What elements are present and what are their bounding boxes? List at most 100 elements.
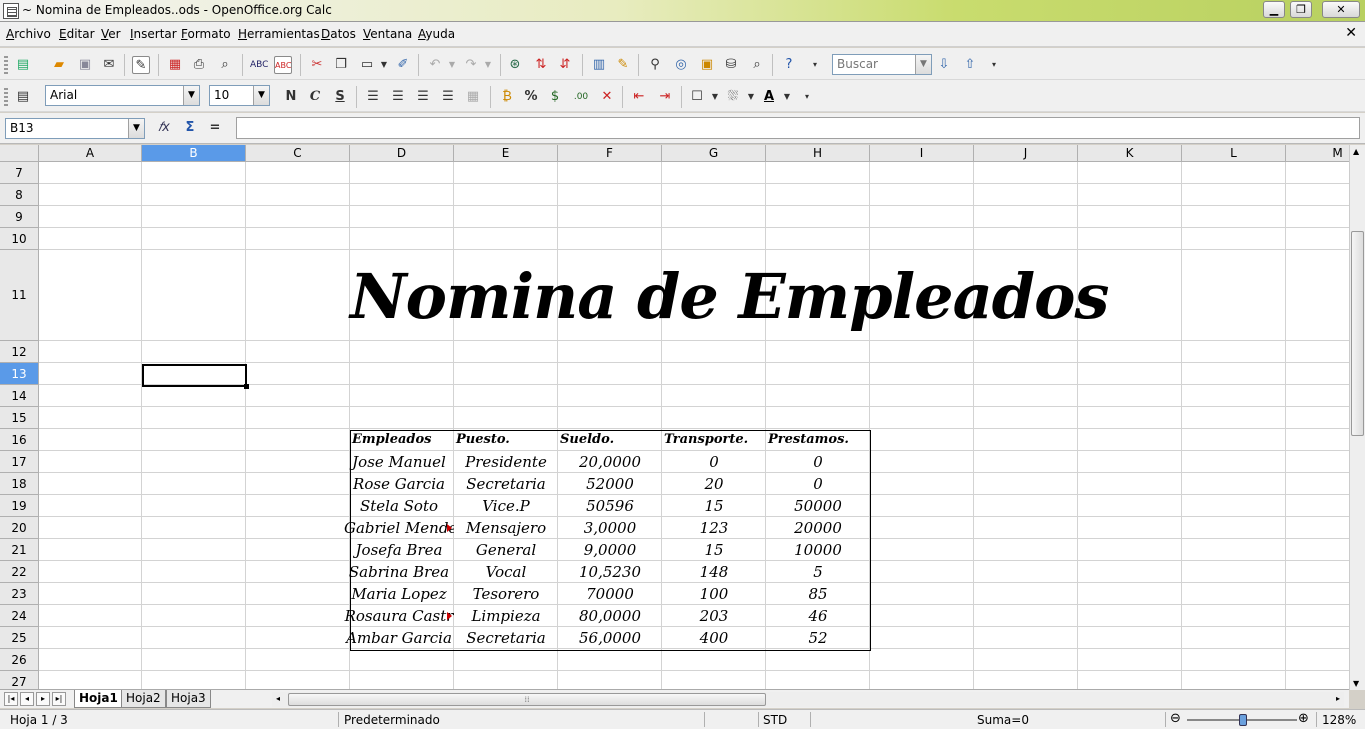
table-cell[interactable]: 46 [766, 605, 870, 627]
table-cell[interactable]: 52000 [558, 473, 662, 495]
table-cell[interactable]: Vice.P [454, 495, 558, 517]
vertical-scrollbar[interactable]: ▲ ▼ [1349, 145, 1365, 690]
scroll-down-icon[interactable]: ▼ [1353, 679, 1359, 688]
scroll-left-icon[interactable]: ◂ [276, 694, 280, 703]
table-cell[interactable]: 0 [766, 451, 870, 473]
print-preview-icon[interactable]: ⌕ [216, 56, 234, 74]
table-cell[interactable]: 10,5230 [558, 561, 662, 583]
styles-formatting-icon[interactable]: ▤ [14, 88, 32, 106]
row-header-24[interactable]: 24 [0, 605, 39, 627]
tab-hoja3[interactable]: Hoja3 [166, 690, 211, 708]
row-header-15[interactable]: 15 [0, 407, 39, 429]
toolbar-options-icon[interactable]: ▾ [806, 56, 824, 74]
menu-datos[interactable]: Datos [321, 27, 356, 41]
zoom-out-icon[interactable]: ⊖ [1170, 711, 1181, 726]
menu-herramientas[interactable]: Herramientas [238, 27, 320, 41]
copy-icon[interactable]: ❐ [332, 56, 350, 74]
row-header-20[interactable]: 20 [0, 517, 39, 539]
find-previous-icon[interactable]: ⇧ [961, 56, 979, 74]
selection-mode[interactable]: STD [763, 713, 787, 727]
maximize-button[interactable]: ❐ [1290, 1, 1312, 18]
paste-dropdown-icon[interactable]: ▼ [375, 56, 393, 74]
table-cell[interactable]: 15 [662, 539, 766, 561]
table-cell[interactable]: Jose Manuel [344, 451, 454, 473]
align-right-icon[interactable]: ☰ [414, 88, 432, 106]
column-header-i[interactable]: I [870, 145, 974, 162]
undo-dropdown-icon[interactable]: ▼ [443, 56, 461, 74]
selected-cell-b13[interactable] [142, 364, 249, 389]
close-window-button[interactable]: ✕ [1322, 1, 1360, 18]
table-cell[interactable]: 0 [662, 451, 766, 473]
formula-input[interactable] [236, 117, 1360, 139]
table-cell[interactable]: 3,0000 [558, 517, 662, 539]
export-pdf-icon[interactable]: ▦ [166, 56, 184, 74]
page-style[interactable]: Predeterminado [344, 713, 440, 727]
chevron-down-icon[interactable]: ▼ [183, 86, 199, 105]
menu-archivo[interactable]: Archivo [6, 27, 51, 41]
table-cell[interactable]: 20000 [766, 517, 870, 539]
row-header-9[interactable]: 9 [0, 206, 39, 228]
table-cell[interactable]: 80,0000 [558, 605, 662, 627]
zoom-level[interactable]: 128% [1322, 713, 1356, 727]
column-header-j[interactable]: J [974, 145, 1078, 162]
hyperlink-icon[interactable]: ⊛ [506, 56, 524, 74]
tab-hoja1[interactable]: Hoja1 [74, 690, 123, 708]
table-cell[interactable]: 56,0000 [558, 627, 662, 649]
function-icon[interactable]: = [206, 119, 224, 137]
table-cell[interactable]: Tesorero [454, 583, 558, 605]
zoom-icon[interactable]: ⌕ [748, 56, 766, 74]
column-header-l[interactable]: L [1182, 145, 1286, 162]
find-replace-icon[interactable]: ⚲ [646, 56, 664, 74]
table-cell[interactable]: General [454, 539, 558, 561]
font-size-select[interactable]: 10 ▼ [209, 85, 270, 106]
row-header-25[interactable]: 25 [0, 627, 39, 649]
table-cell[interactable]: 148 [662, 561, 766, 583]
table-cell[interactable]: 123 [662, 517, 766, 539]
column-header-g[interactable]: G [662, 145, 766, 162]
standard-format-icon[interactable]: $ [546, 88, 564, 106]
table-cell[interactable]: 10000 [766, 539, 870, 561]
menu-ver[interactable]: Ver [101, 27, 121, 41]
table-cell[interactable]: Rosaura Castr [344, 605, 454, 627]
table-header-cell[interactable]: Prestamos. [766, 429, 870, 451]
chart-icon[interactable]: ▥ [590, 56, 608, 74]
font-name-select[interactable]: Arial ▼ [45, 85, 200, 106]
table-cell[interactable]: 0 [766, 473, 870, 495]
chevron-down-icon[interactable]: ▼ [915, 55, 931, 74]
row-header-18[interactable]: 18 [0, 473, 39, 495]
cut-icon[interactable]: ✂ [308, 56, 326, 74]
table-cell[interactable]: Gabriel Mende [344, 517, 454, 539]
row-header-19[interactable]: 19 [0, 495, 39, 517]
find-field[interactable]: Buscar ▼ [832, 54, 932, 75]
table-cell[interactable]: 50000 [766, 495, 870, 517]
row-header-21[interactable]: 21 [0, 539, 39, 561]
column-header-m[interactable]: M [1286, 145, 1349, 162]
align-left-icon[interactable]: ☰ [364, 88, 382, 106]
new-document-icon[interactable]: ▤ [14, 56, 32, 74]
table-cell[interactable]: Vocal [454, 561, 558, 583]
toolbar-grip[interactable] [4, 86, 8, 106]
table-cell[interactable]: Josefa Brea [344, 539, 454, 561]
row-header-27[interactable]: 27 [0, 671, 39, 690]
table-cell[interactable]: 5 [766, 561, 870, 583]
column-header-a[interactable]: A [39, 145, 142, 162]
borders-dropdown-icon[interactable]: ▼ [706, 88, 724, 106]
save-icon[interactable]: ▣ [76, 56, 94, 74]
row-header-13[interactable]: 13 [0, 363, 39, 385]
table-cell[interactable]: Rose Garcia [344, 473, 454, 495]
underline-button[interactable]: S [331, 88, 349, 106]
table-cell[interactable]: 70000 [558, 583, 662, 605]
table-header-cell[interactable]: Transporte. [662, 429, 766, 451]
table-cell[interactable]: 203 [662, 605, 766, 627]
table-cell[interactable]: 85 [766, 583, 870, 605]
font-color-icon[interactable]: A [760, 88, 778, 106]
row-header-11[interactable]: 11 [0, 250, 39, 341]
table-cell[interactable]: 20 [662, 473, 766, 495]
findbar-options-icon[interactable]: ▾ [985, 56, 1003, 74]
zoom-in-icon[interactable]: ⊕ [1298, 711, 1309, 726]
table-header-cell[interactable]: Sueldo. [558, 429, 662, 451]
find-next-icon[interactable]: ⇩ [935, 56, 953, 74]
table-cell[interactable]: Presidente [454, 451, 558, 473]
italic-button[interactable]: C [306, 88, 324, 106]
row-header-26[interactable]: 26 [0, 649, 39, 671]
